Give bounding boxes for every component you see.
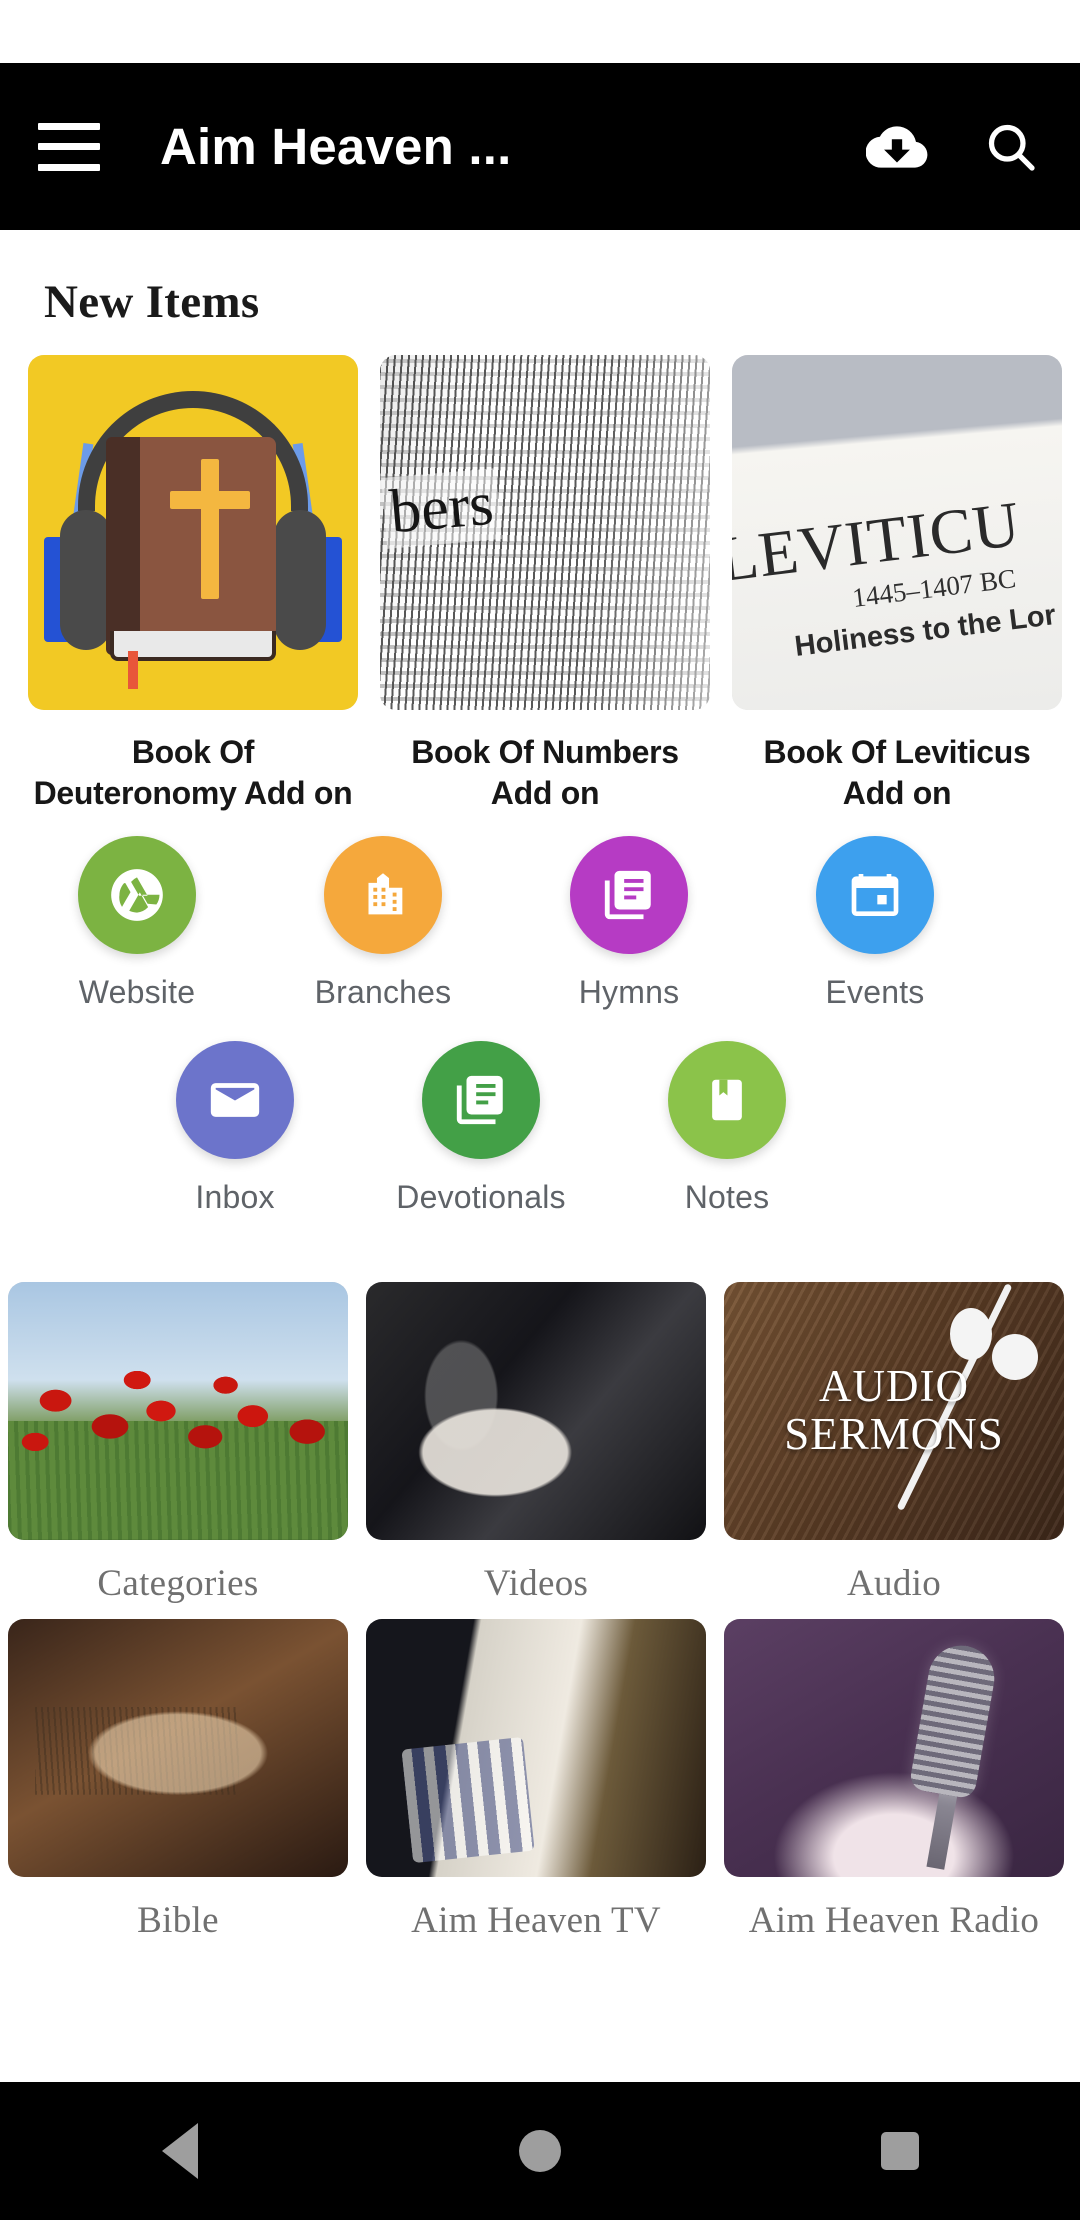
media-tile-row-1: Categories Videos AUDIO SERMONS Audio (0, 1281, 1080, 1605)
quick-link-branches[interactable]: Branches (260, 835, 506, 1011)
calendar-icon (816, 835, 934, 954)
new-item-card[interactable]: LEVITICU 1445–1407 BC Holiness to the Lo… (732, 355, 1062, 814)
media-tile-row-2: Bible Aim Heaven TV Aim Heaven Radio (0, 1618, 1080, 1942)
back-triangle-icon[interactable] (120, 2082, 240, 2220)
new-item-card[interactable]: Book Of Deuteronomy Add on (28, 355, 358, 814)
open-bible-glasses-photo (8, 1618, 348, 1877)
quick-link-events[interactable]: Events (752, 835, 998, 1011)
bookmark-book-icon (668, 1040, 786, 1159)
hamburger-menu-icon[interactable] (38, 122, 100, 171)
media-tile-label: Aim Heaven TV (411, 1899, 661, 1941)
bible-page-numbers-photo (380, 355, 710, 710)
envelope-icon (176, 1040, 294, 1159)
media-tile-videos[interactable]: Videos (366, 1281, 706, 1605)
quick-link-label: Events (825, 973, 925, 1010)
library-books-icon (422, 1040, 540, 1159)
audio-bible-app-icon (28, 355, 358, 710)
quick-link-devotionals[interactable]: Devotionals (358, 1040, 604, 1216)
leviticus-subtitle-text: Holiness to the Lor (792, 599, 1058, 663)
app-bar: Aim Heaven ... (0, 63, 1080, 230)
media-tile-bible[interactable]: Bible (8, 1618, 348, 1942)
audio-sermons-earbuds-photo: AUDIO SERMONS (724, 1281, 1064, 1540)
quick-link-label: Devotionals (396, 1178, 566, 1215)
quick-link-label: Branches (314, 973, 452, 1010)
home-circle-icon[interactable] (480, 2082, 600, 2220)
media-tile-label: Bible (137, 1899, 219, 1941)
quick-link-notes[interactable]: Notes (604, 1040, 850, 1216)
media-tile-aim-heaven-tv[interactable]: Aim Heaven TV (366, 1618, 706, 1942)
status-bar (0, 0, 1080, 63)
quick-link-label: Notes (684, 1178, 770, 1215)
aperture-icon (78, 835, 196, 954)
media-tile-label: Aim Heaven Radio (748, 1899, 1040, 1941)
new-item-title: Book Of Numbers Add on (411, 734, 679, 811)
recents-square-icon[interactable] (840, 2082, 960, 2220)
cloud-download-icon[interactable] (866, 116, 928, 178)
vintage-microphone-photo (724, 1618, 1064, 1877)
media-tile-aim-heaven-radio[interactable]: Aim Heaven Radio (724, 1618, 1064, 1942)
android-navigation-bar (0, 2082, 1080, 2220)
media-tiles: Categories Videos AUDIO SERMONS Audio Bi… (0, 1216, 1080, 1942)
media-tile-label: Audio (847, 1562, 941, 1604)
quick-link-hymns[interactable]: Hymns (506, 835, 752, 1011)
audio-tile-line2: SERMONS (784, 1408, 1004, 1459)
bible-page-leviticus-photo: LEVITICU 1445–1407 BC Holiness to the Lo… (732, 355, 1062, 710)
quick-link-label: Inbox (195, 1178, 275, 1215)
building-icon (324, 835, 442, 954)
media-tile-label: Videos (483, 1562, 589, 1604)
new-item-title: Book Of Leviticus Add on (763, 734, 1031, 811)
quick-links-row-2: Inbox Devotionals Notes (0, 1011, 1080, 1216)
quick-link-inbox[interactable]: Inbox (112, 1040, 358, 1216)
app-title: Aim Heaven ... (160, 118, 512, 175)
audio-tile-line1: AUDIO (819, 1361, 969, 1412)
new-item-card[interactable]: Book Of Numbers Add on (380, 355, 710, 814)
media-tile-label: Categories (97, 1562, 259, 1604)
search-icon[interactable] (980, 116, 1042, 178)
quick-link-website[interactable]: Website (14, 835, 260, 1011)
scroll-content[interactable]: New Items Book Of Deuteronomy Add on ber… (0, 230, 1080, 2182)
child-tablet-photo (366, 1618, 706, 1877)
quick-link-label: Website (78, 973, 196, 1010)
preacher-pulpit-photo (366, 1281, 706, 1540)
media-tile-audio[interactable]: AUDIO SERMONS Audio (724, 1281, 1064, 1605)
app-screen: Aim Heaven ... New Items Book Of Deutero… (0, 0, 1080, 2220)
poppy-field-photo (8, 1281, 348, 1540)
new-items-carousel[interactable]: Book Of Deuteronomy Add on Book Of Numbe… (0, 329, 1080, 814)
library-books-icon (570, 835, 688, 954)
app-bar-actions (866, 116, 1042, 178)
quick-link-label: Hymns (578, 973, 680, 1010)
section-title-new-items: New Items (44, 276, 260, 328)
new-item-title: Book Of Deuteronomy Add on (33, 734, 353, 811)
media-tile-categories[interactable]: Categories (8, 1281, 348, 1605)
quick-links-row-1: Website Branches Hymns Events (0, 814, 1080, 1011)
